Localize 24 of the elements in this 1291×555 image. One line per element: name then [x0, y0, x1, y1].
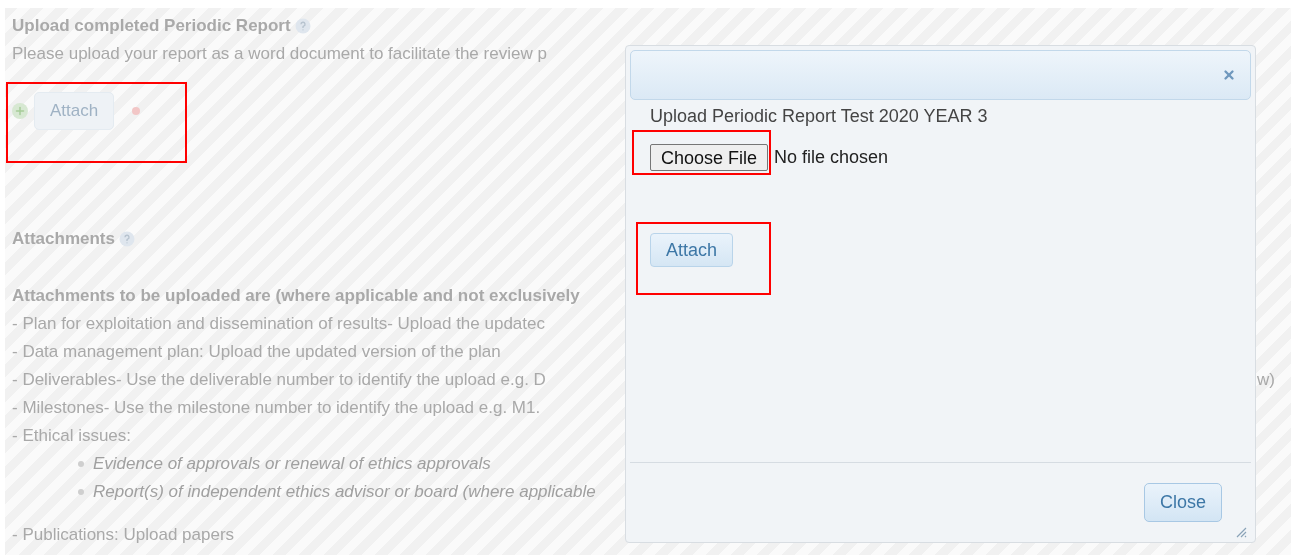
file-status: No file chosen — [774, 146, 889, 169]
bullet-icon — [78, 489, 84, 495]
close-icon[interactable] — [1222, 68, 1236, 82]
attachment-rule: - Publications: Upload papers — [12, 524, 235, 546]
help-icon[interactable] — [294, 18, 311, 34]
dialog-label: Upload Periodic Report Test 2020 YEAR 3 — [650, 105, 989, 128]
ethics-item: Evidence of approvals or renewal of ethics approvals — [93, 453, 491, 475]
ethics-item: Report(s) of independent ethics advisor or board (where applicable — [93, 481, 596, 503]
bullet-icon — [78, 461, 84, 467]
section-hint: Please upload your report as a word document to facilitate the review p — [12, 43, 548, 65]
attach-button[interactable]: Attach — [650, 233, 734, 267]
attachment-rule: - Milestones- Use the milestone number to identify the upload e.g. M1. — [12, 397, 541, 419]
section-title: Upload completed Periodic Report — [12, 15, 291, 37]
attachments-intro: Attachments to be uploaded are (where applicable and not exclusively — [12, 285, 581, 307]
attachment-rule: - Data management plan: Upload the updated version of the plan — [12, 341, 501, 363]
help-icon[interactable] — [118, 231, 135, 247]
choose-file-button[interactable]: Choose File — [650, 144, 769, 171]
section-title: Attachments — [12, 228, 115, 250]
attachment-rule-end: w) — [1257, 369, 1275, 391]
attachment-rule: - Deliverables- Use the deliverable number to identify the upload e.g. D — [12, 369, 546, 391]
close-button[interactable]: Close — [1143, 483, 1222, 522]
resize-grip-icon[interactable] — [1235, 526, 1247, 538]
attachment-rule: - Ethical issues: — [12, 425, 132, 447]
attachment-rule: - Plan for exploitation and dissemination of results- Upload the updatec — [12, 313, 545, 335]
